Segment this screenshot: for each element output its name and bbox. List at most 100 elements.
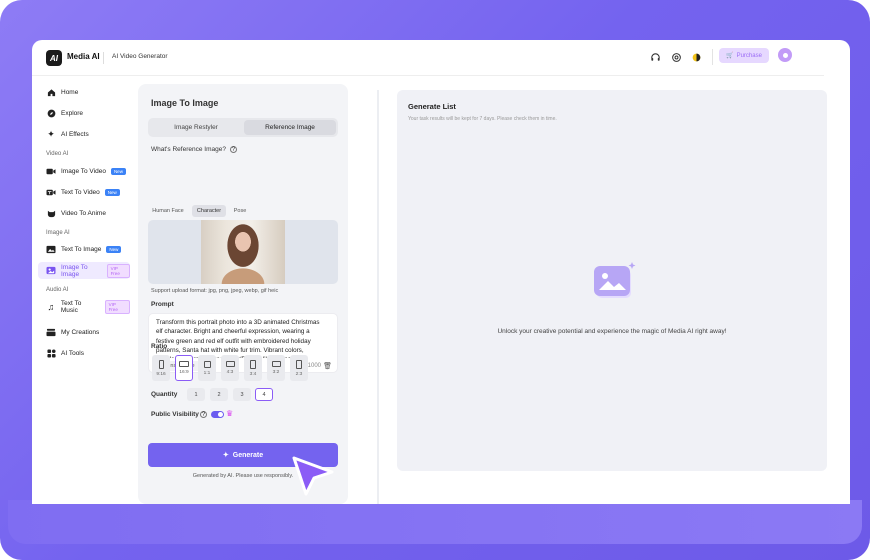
ratio-4-3[interactable]: 4:3 [221, 355, 239, 381]
ratio-label-text: 1:1 [203, 370, 211, 376]
ratio-label-text: 3:2 [272, 370, 280, 375]
sidebar-item-image-to-video[interactable]: Image To Video New [38, 163, 130, 180]
anime-face-icon [46, 209, 56, 219]
panel-title: Image To Image [151, 98, 219, 108]
ratio-shape-icon [271, 361, 281, 367]
compass-icon [46, 109, 56, 119]
sidebar-item-label: AI Tools [61, 350, 85, 357]
sidebar-item-ai-tools[interactable]: AI Tools [38, 345, 130, 362]
new-badge: New [106, 246, 122, 253]
ratio-3-2[interactable]: 3:2 [267, 355, 285, 381]
user-avatar[interactable] [778, 48, 792, 62]
quantity-4[interactable]: 4 [255, 388, 273, 401]
public-visibility-toggle[interactable] [211, 411, 224, 418]
top-header: AI Media AI AI Video Generator 🛒 Purchas… [32, 40, 850, 76]
ref-type-human-face[interactable]: Human Face [150, 205, 186, 217]
generate-list-title: Generate List [408, 102, 456, 111]
ratio-label-text: 2:3 [295, 371, 303, 377]
header-bottom-line [32, 75, 824, 76]
header-separator [103, 52, 104, 64]
ratio-label-text: 9:16 [156, 371, 166, 377]
ratio-shape-icon [225, 361, 235, 367]
generate-list-panel: Generate List Your task results will be … [397, 90, 827, 471]
section-video-ai: Video AI [46, 151, 69, 157]
sidebar-item-home[interactable]: Home [38, 84, 130, 101]
folder-stack-icon [46, 328, 56, 338]
video-icon [46, 167, 56, 177]
crown-icon: ♛ [226, 409, 234, 418]
ratio-shape-icon [250, 359, 256, 369]
upload-format-hint: Support upload format: jpg, png, jpeg, w… [151, 288, 279, 294]
new-badge: New [104, 189, 120, 196]
quantity-1[interactable]: 1 [187, 388, 205, 401]
quantity-2[interactable]: 2 [210, 388, 228, 401]
app-subtitle: AI Video Generator [112, 53, 168, 60]
vip-free-badge: VIP Free [104, 299, 130, 314]
settings-icon[interactable] [670, 51, 682, 63]
sparkle-icon: ✦ [47, 129, 55, 139]
app-window: AI Media AI AI Video Generator 🛒 Purchas… [32, 40, 850, 504]
ratio-label: Ratio [151, 343, 168, 350]
ratio-shape-icon [179, 361, 189, 367]
vip-free-badge: VIP Free [106, 263, 130, 278]
ref-question-text: What's Reference Image? [151, 146, 226, 153]
public-visibility-label: Public Visibility [151, 411, 199, 418]
sidebar: Home Explore ✦ AI Effects Video AI Image… [32, 76, 132, 504]
home-icon [46, 88, 56, 98]
logo-mark[interactable]: AI [46, 50, 62, 66]
help-icon[interactable]: ? [200, 411, 207, 418]
theme-toggle-icon[interactable] [690, 51, 702, 63]
ratio-16-9[interactable]: 16:9 [175, 355, 193, 381]
empty-image-icon [591, 260, 637, 304]
sidebar-item-label: Text To Music [60, 299, 82, 314]
section-audio-ai: Audio AI [46, 287, 69, 293]
sidebar-item-text-to-music[interactable]: ♫ Text To Music VIP Free [38, 298, 130, 315]
ratio-3-4[interactable]: 3:4 [244, 355, 262, 381]
image-icon [46, 245, 56, 255]
quantity-label: Quantity [151, 391, 178, 398]
sidebar-item-text-to-image[interactable]: Text To Image New [38, 241, 130, 258]
tab-image-restyler[interactable]: Image Restyler [150, 120, 242, 135]
ratio-2-3[interactable]: 2:3 [290, 355, 308, 381]
empty-state-text: Unlock your creative potential and exper… [497, 328, 727, 335]
generate-label: Generate [232, 451, 264, 459]
support-headset-icon[interactable] [649, 51, 661, 63]
ratio-1-1[interactable]: 1:1 [198, 355, 216, 381]
cart-icon: 🛒 [726, 53, 734, 59]
sidebar-item-label: Text To Image [61, 246, 102, 253]
ref-type-pose[interactable]: Pose [230, 205, 250, 217]
ratio-shape-icon [158, 359, 164, 369]
sparkle-icon: ✦ [222, 452, 229, 459]
sidebar-item-label: Video To Anime [61, 210, 106, 217]
sidebar-item-video-to-anime[interactable]: Video To Anime [38, 205, 130, 222]
tab-reference-image[interactable]: Reference Image [244, 120, 336, 135]
help-icon[interactable]: ? [229, 146, 237, 153]
purchase-label: Purchase [736, 52, 762, 59]
reference-photo [201, 220, 285, 284]
ratio-9-16[interactable]: 9:16 [152, 355, 170, 381]
sidebar-item-label: Text To Video [61, 189, 100, 196]
sidebar-item-explore[interactable]: Explore [38, 105, 130, 122]
prompt-text: Transform this portrait photo into a 3D … [156, 319, 320, 358]
sidebar-item-ai-effects[interactable]: ✦ AI Effects [38, 126, 130, 143]
sidebar-item-my-creations[interactable]: My Creations [38, 324, 130, 341]
prompt-label: Prompt [151, 301, 174, 308]
quantity-3[interactable]: 3 [233, 388, 251, 401]
panel-divider [377, 90, 379, 504]
music-note-icon: ♫ [47, 301, 55, 312]
trash-icon[interactable]: 🗑 [323, 362, 332, 370]
ratio-shape-icon [296, 359, 302, 369]
sidebar-item-image-to-image[interactable]: Image To Image VIP Free [38, 262, 130, 279]
reference-image-upload[interactable] [148, 220, 338, 284]
app-name[interactable]: Media AI [67, 52, 100, 61]
header-divider [712, 49, 713, 65]
settings-panel: Image To Image Image Restyler Reference … [138, 84, 348, 504]
ratio-label-text: 16:9 [179, 370, 189, 375]
pointer-cursor-icon [292, 456, 334, 496]
purchase-button[interactable]: 🛒 Purchase [719, 48, 769, 63]
sidebar-item-label: Image To Video [61, 168, 106, 175]
sidebar-item-text-to-video[interactable]: Text To Video New [38, 184, 130, 201]
grid-icon [46, 349, 56, 359]
ref-type-character[interactable]: Character [192, 205, 226, 217]
sidebar-item-label: Explore [61, 110, 84, 117]
